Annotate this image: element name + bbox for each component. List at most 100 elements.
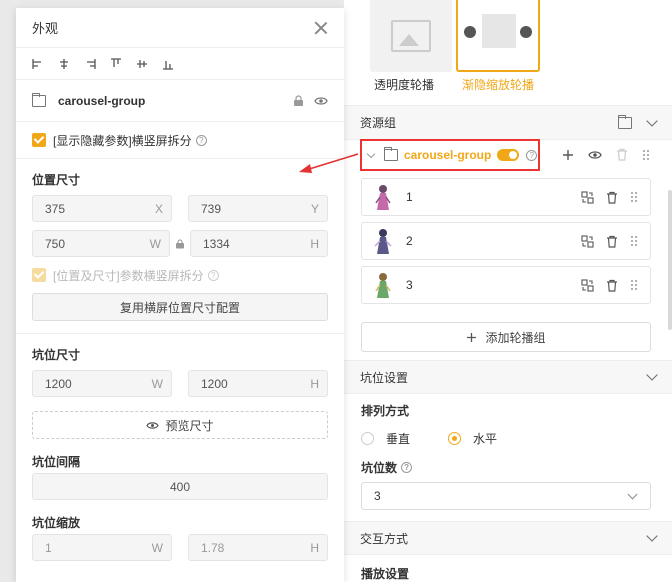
input-value: 1 bbox=[45, 540, 52, 555]
button-label: 预览尺寸 bbox=[165, 418, 214, 433]
chevron-down-icon[interactable] bbox=[646, 114, 658, 127]
carousel-item[interactable]: 2 bbox=[361, 222, 651, 260]
wh-row: 750 W 1334 H bbox=[16, 230, 344, 257]
checkbox[interactable] bbox=[32, 268, 46, 282]
y-input[interactable]: 739 Y bbox=[188, 195, 328, 222]
image-placeholder-icon bbox=[391, 20, 431, 52]
slot-height-input[interactable]: 1200 H bbox=[188, 370, 328, 397]
aspect-lock-icon[interactable] bbox=[175, 238, 185, 249]
radio-vertical[interactable] bbox=[361, 432, 374, 445]
checkbox-label: [位置及尺寸]参数横竖屏拆分 bbox=[53, 268, 204, 283]
add-button-label: 添加轮播组 bbox=[485, 330, 546, 345]
close-icon[interactable] bbox=[314, 21, 328, 35]
scale-h-input[interactable]: 1.78 H bbox=[188, 534, 328, 561]
height-input[interactable]: 1334 H bbox=[190, 230, 328, 257]
radio-horizontal[interactable] bbox=[448, 432, 462, 445]
template-fade-scale-carousel[interactable] bbox=[456, 0, 540, 72]
eye-icon[interactable] bbox=[314, 96, 328, 106]
group-actions bbox=[562, 148, 650, 161]
carousel-item[interactable]: 1 bbox=[361, 178, 651, 216]
help-icon[interactable]: ? bbox=[207, 269, 219, 281]
scale-w-input[interactable]: 1 W bbox=[32, 534, 172, 561]
unit-label: X bbox=[154, 201, 163, 216]
align-bottom-icon[interactable] bbox=[162, 58, 174, 70]
drag-handle-icon[interactable] bbox=[630, 235, 638, 247]
input-value: 739 bbox=[201, 201, 222, 216]
lock-icon[interactable] bbox=[293, 94, 304, 107]
checkbox-label: [显示隐藏参数]横竖屏拆分 bbox=[53, 133, 192, 148]
unit-label: Y bbox=[310, 201, 319, 216]
drag-handle-icon[interactable] bbox=[630, 191, 638, 203]
select-value: 3 bbox=[374, 489, 381, 503]
trash-icon[interactable] bbox=[606, 235, 618, 248]
trash-icon[interactable] bbox=[606, 279, 618, 292]
image-placeholder-icon bbox=[482, 14, 516, 48]
interaction-header[interactable]: 交互方式 bbox=[344, 521, 672, 555]
input-value: 1200 bbox=[201, 376, 228, 391]
section-title: 坑位间隔 bbox=[32, 455, 81, 469]
resource-group-header[interactable]: 资源组 bbox=[344, 106, 672, 140]
section-title: 坑位缩放 bbox=[32, 516, 81, 530]
input-value: 1334 bbox=[203, 236, 230, 251]
section-title: 位置尺寸 bbox=[32, 173, 81, 187]
item-label: 1 bbox=[406, 190, 413, 204]
panel-title: 外观 bbox=[32, 21, 59, 36]
plus-icon[interactable] bbox=[562, 149, 574, 161]
slot-count-select[interactable]: 3 bbox=[361, 482, 651, 510]
slot-size-row: 1200 W 1200 H bbox=[16, 370, 344, 397]
unit-label: W bbox=[149, 236, 161, 251]
x-input[interactable]: 375 X bbox=[32, 195, 172, 222]
align-center-v-icon[interactable] bbox=[136, 58, 148, 70]
folder-icon[interactable] bbox=[618, 114, 632, 129]
chevron-down-icon[interactable] bbox=[366, 149, 376, 158]
slot-gap-input[interactable]: 400 bbox=[32, 473, 328, 500]
align-top-icon[interactable] bbox=[110, 57, 122, 70]
help-icon[interactable]: ? bbox=[526, 149, 538, 161]
align-right-icon[interactable] bbox=[84, 58, 96, 70]
carousel-group-header[interactable]: carousel-group ? bbox=[360, 139, 540, 171]
item-label: 3 bbox=[406, 278, 413, 292]
chevron-down-icon[interactable] bbox=[646, 369, 658, 381]
split-params-row[interactable]: [位置及尺寸]参数横竖屏拆分 ? bbox=[16, 259, 344, 291]
input-value: 750 bbox=[45, 236, 66, 251]
slot-settings-header[interactable]: 坑位设置 bbox=[344, 360, 672, 394]
character-thumbnail bbox=[374, 229, 392, 254]
arrange-options: 垂直 水平 bbox=[361, 430, 497, 447]
chevron-down-icon bbox=[627, 489, 638, 499]
reuse-landscape-config-button[interactable]: 复用横屏位置尺寸配置 bbox=[32, 293, 328, 321]
replace-icon[interactable] bbox=[581, 234, 594, 248]
trash-icon[interactable] bbox=[606, 191, 618, 204]
unit-label: H bbox=[310, 376, 319, 391]
align-center-h-icon[interactable] bbox=[58, 58, 70, 70]
visibility-toggle[interactable] bbox=[497, 149, 520, 161]
preview-size-button[interactable]: 预览尺寸 bbox=[32, 411, 328, 439]
width-input[interactable]: 750 W bbox=[32, 230, 170, 257]
replace-icon[interactable] bbox=[581, 190, 594, 204]
chevron-down-icon[interactable] bbox=[646, 530, 658, 542]
section-title: 坑位设置 bbox=[360, 370, 409, 385]
trash-icon[interactable] bbox=[616, 148, 628, 161]
drag-handle-icon[interactable] bbox=[630, 279, 638, 291]
drag-handle-icon[interactable] bbox=[642, 149, 650, 161]
add-carousel-group-button[interactable]: 添加轮播组 bbox=[361, 322, 651, 352]
next-arrow-icon bbox=[520, 26, 532, 38]
slot-width-input[interactable]: 1200 W bbox=[32, 370, 172, 397]
scrollbar[interactable] bbox=[668, 190, 672, 330]
template-opacity-carousel[interactable] bbox=[370, 0, 452, 72]
carousel-item[interactable]: 3 bbox=[361, 266, 651, 304]
character-thumbnail bbox=[375, 185, 391, 210]
help-icon[interactable]: ? bbox=[195, 134, 207, 146]
plus-icon bbox=[467, 332, 477, 342]
template-label: 透明度轮播 bbox=[374, 78, 435, 92]
arrange-title: 排列方式 bbox=[361, 404, 410, 418]
eye-icon[interactable] bbox=[588, 150, 602, 160]
group-name: carousel-group bbox=[404, 148, 492, 162]
help-icon[interactable]: ? bbox=[401, 462, 413, 473]
folder-icon bbox=[32, 92, 46, 107]
show-hidden-params-row[interactable]: [显示隐藏参数]横竖屏拆分 ? bbox=[16, 122, 344, 158]
play-settings-title: 播放设置 bbox=[361, 567, 410, 581]
layer-row[interactable]: carousel-group bbox=[16, 80, 344, 122]
align-left-icon[interactable] bbox=[32, 58, 44, 70]
checkbox[interactable] bbox=[32, 133, 46, 147]
replace-icon[interactable] bbox=[581, 278, 594, 292]
